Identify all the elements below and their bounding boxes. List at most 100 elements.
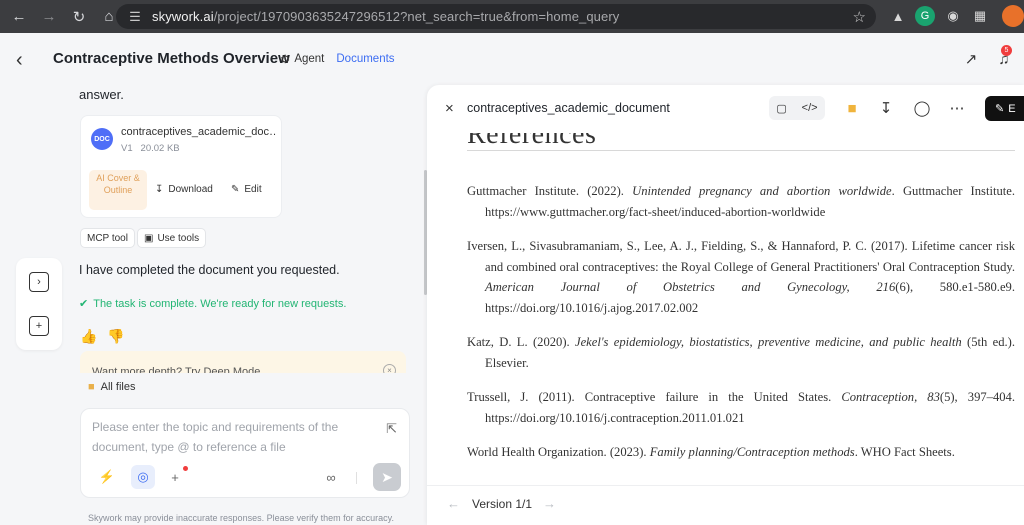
panel-edit-label: E <box>1008 102 1016 115</box>
lightning-icon[interactable]: ⚡ <box>95 465 119 489</box>
reference-title: American Journal of Obstetrics and Gynec… <box>485 280 896 294</box>
reference-title: Jekel's epidemiology, biostatistics, pre… <box>575 335 962 349</box>
code-icon[interactable]: </> <box>802 102 818 114</box>
references-heading: References <box>467 133 597 150</box>
preview-icon[interactable]: ▢ <box>776 102 786 115</box>
compass-icon[interactable]: ◯ <box>912 98 932 118</box>
camera-icon[interactable]: ◉ <box>943 6 963 26</box>
doc-file-icon: DOC <box>91 128 113 150</box>
download-icon[interactable]: ↧ <box>876 98 896 118</box>
mode-switch: ⚙ Agent Documents <box>274 47 401 71</box>
expand-icon[interactable]: ⇱ <box>386 421 397 437</box>
panel-title: contraceptives_academic_document <box>467 101 670 115</box>
sidebar-toggle-icon[interactable]: › <box>29 272 49 292</box>
forward-arrow-icon[interactable]: → <box>38 6 60 28</box>
site-settings-icon[interactable]: ☰ <box>126 8 144 26</box>
reference-entry: Trussell, J. (2011). Contraceptive failu… <box>467 387 1015 428</box>
disclaimer: Skywork may provide inaccurate responses… <box>88 513 394 523</box>
grammarly-icon[interactable]: G <box>915 6 935 26</box>
pencil-icon: ✎ <box>995 103 1005 115</box>
divider <box>467 150 1015 151</box>
share-icon[interactable]: ↗ <box>961 49 981 69</box>
completion-message: I have completed the document you reques… <box>79 263 340 277</box>
send-button[interactable]: ➤ <box>373 463 401 491</box>
back-icon[interactable]: ‹ <box>16 49 34 71</box>
next-version-icon[interactable]: → <box>543 496 556 511</box>
version-bar: ← Version 1/1 → <box>427 485 1024 525</box>
version-label: Version 1/1 <box>472 497 533 511</box>
reference-entry: Katz, D. L. (2020). Jekel's epidemiology… <box>467 332 1015 373</box>
reference-title: Unintended pregnancy and abortion worldw… <box>632 184 892 198</box>
download-icon: ↧ <box>155 184 164 195</box>
reference-entry: World Health Organization. (2023). Famil… <box>467 442 1015 463</box>
panel-edit-button[interactable]: ✎ E <box>985 96 1024 121</box>
new-chat-icon[interactable]: + <box>29 316 49 336</box>
document-card[interactable]: DOC contraceptives_academic_doc… V1 20.0… <box>80 115 282 218</box>
reference-text: Guttmacher Institute. (2022). <box>467 184 633 198</box>
reference-title: Contraception, 83 <box>841 390 940 404</box>
chat-panel: answer. DOC contraceptives_academic_doc…… <box>72 85 422 525</box>
mcp-tool-chip[interactable]: MCP tool <box>80 228 135 248</box>
url-host: skywork.ai <box>152 9 214 24</box>
edit-button[interactable]: ✎ Edit <box>231 184 262 195</box>
doc-name: contraceptives_academic_doc… <box>121 126 276 138</box>
doc-meta: V1 20.02 KB <box>121 143 180 154</box>
files-bar: ■ All files <box>72 373 422 403</box>
references-list: Guttmacher Institute. (2022). Unintended… <box>467 181 1015 477</box>
document-panel: × contraceptives_academic_document ▢ </>… <box>427 85 1024 525</box>
divider <box>356 472 357 484</box>
tab-agent[interactable]: ⚙ Agent <box>274 52 330 66</box>
left-rail: › + <box>16 258 62 350</box>
browser-toolbar: ← → ↻ ⌂ ☰ skywork.ai/project/19709036352… <box>0 0 1024 33</box>
notification-badge: 5 <box>1001 45 1012 56</box>
thumbs-down-icon[interactable]: 👎 <box>107 328 124 345</box>
close-icon[interactable]: × <box>445 100 454 117</box>
all-files-button[interactable]: ■ All files <box>88 381 136 393</box>
pencil-icon: ✎ <box>231 184 240 195</box>
use-tools-label: Use tools <box>157 232 200 244</box>
check-circle-icon: ✔ <box>79 298 89 310</box>
doc-version: V1 <box>121 143 133 154</box>
reference-title: Family planning/Contraception methods <box>649 445 855 459</box>
download-button[interactable]: ↧ Download <box>155 184 213 195</box>
reload-icon[interactable]: ↻ <box>68 6 90 28</box>
reference-text: Iversen, L., Sivasubramaniam, S., Lee, A… <box>467 239 1015 274</box>
tab-documents[interactable]: Documents <box>330 53 400 65</box>
reference-entry: Iversen, L., Sivasubramaniam, S., Lee, A… <box>467 236 1015 318</box>
tools-icon: ▣ <box>144 232 154 244</box>
address-bar[interactable]: ☰ skywork.ai/project/197090363524729651​… <box>116 4 876 29</box>
ai-cover-icon[interactable]: ■ <box>842 98 862 118</box>
more-icon[interactable]: ⋯ <box>947 98 967 118</box>
globe-icon[interactable]: ◎ <box>131 465 155 489</box>
reference-text: Trussell, J. (2011). Contraceptive failu… <box>467 390 842 404</box>
thumbs-up-icon[interactable]: 👍 <box>80 328 97 345</box>
page-title: Contraceptive Methods Overview <box>53 50 290 67</box>
bookmark-star-icon[interactable]: ☆ <box>853 8 866 26</box>
prev-version-icon[interactable]: ← <box>447 496 460 511</box>
reference-text: World Health Organization. (2023). <box>467 445 650 459</box>
prompt-placeholder: Please enter the topic and requirements … <box>92 420 339 454</box>
all-files-label: All files <box>100 381 136 393</box>
prompt-input[interactable]: Please enter the topic and requirements … <box>80 408 410 498</box>
view-toggle[interactable]: ▢ </> <box>769 96 825 120</box>
edit-label: Edit <box>244 184 262 195</box>
document-viewer[interactable]: References Guttmacher Institute. (2022).… <box>427 133 1024 478</box>
new-indicator-dot <box>183 466 188 471</box>
reference-entry: Guttmacher Institute. (2022). Unintended… <box>467 181 1015 222</box>
url-path: /project/197090363524729651​2?net_search… <box>213 9 620 24</box>
puzzle-icon[interactable]: ▦ <box>970 6 990 26</box>
tab-agent-label: Agent <box>294 53 325 65</box>
use-tools-chip[interactable]: ▣ Use tools <box>137 228 207 248</box>
attach-icon[interactable]: ∞ <box>319 465 343 489</box>
profile-avatar[interactable] <box>1002 5 1024 27</box>
back-arrow-icon[interactable]: ← <box>8 6 30 28</box>
task-status: ✔ The task is complete. We're ready for … <box>79 297 347 311</box>
drive-icon[interactable]: ▲ <box>888 6 908 26</box>
answer-text: answer. <box>79 87 124 102</box>
task-status-text: The task is complete. We're ready for ne… <box>93 297 347 310</box>
reference-tail: . WHO Fact Sheets. <box>854 445 955 459</box>
send-icon: ➤ <box>381 468 393 485</box>
ai-cover-button[interactable]: AI Cover & Outline <box>89 170 147 210</box>
reference-text: Katz, D. L. (2020). <box>467 335 575 349</box>
robot-icon: ⚙ <box>280 54 291 66</box>
